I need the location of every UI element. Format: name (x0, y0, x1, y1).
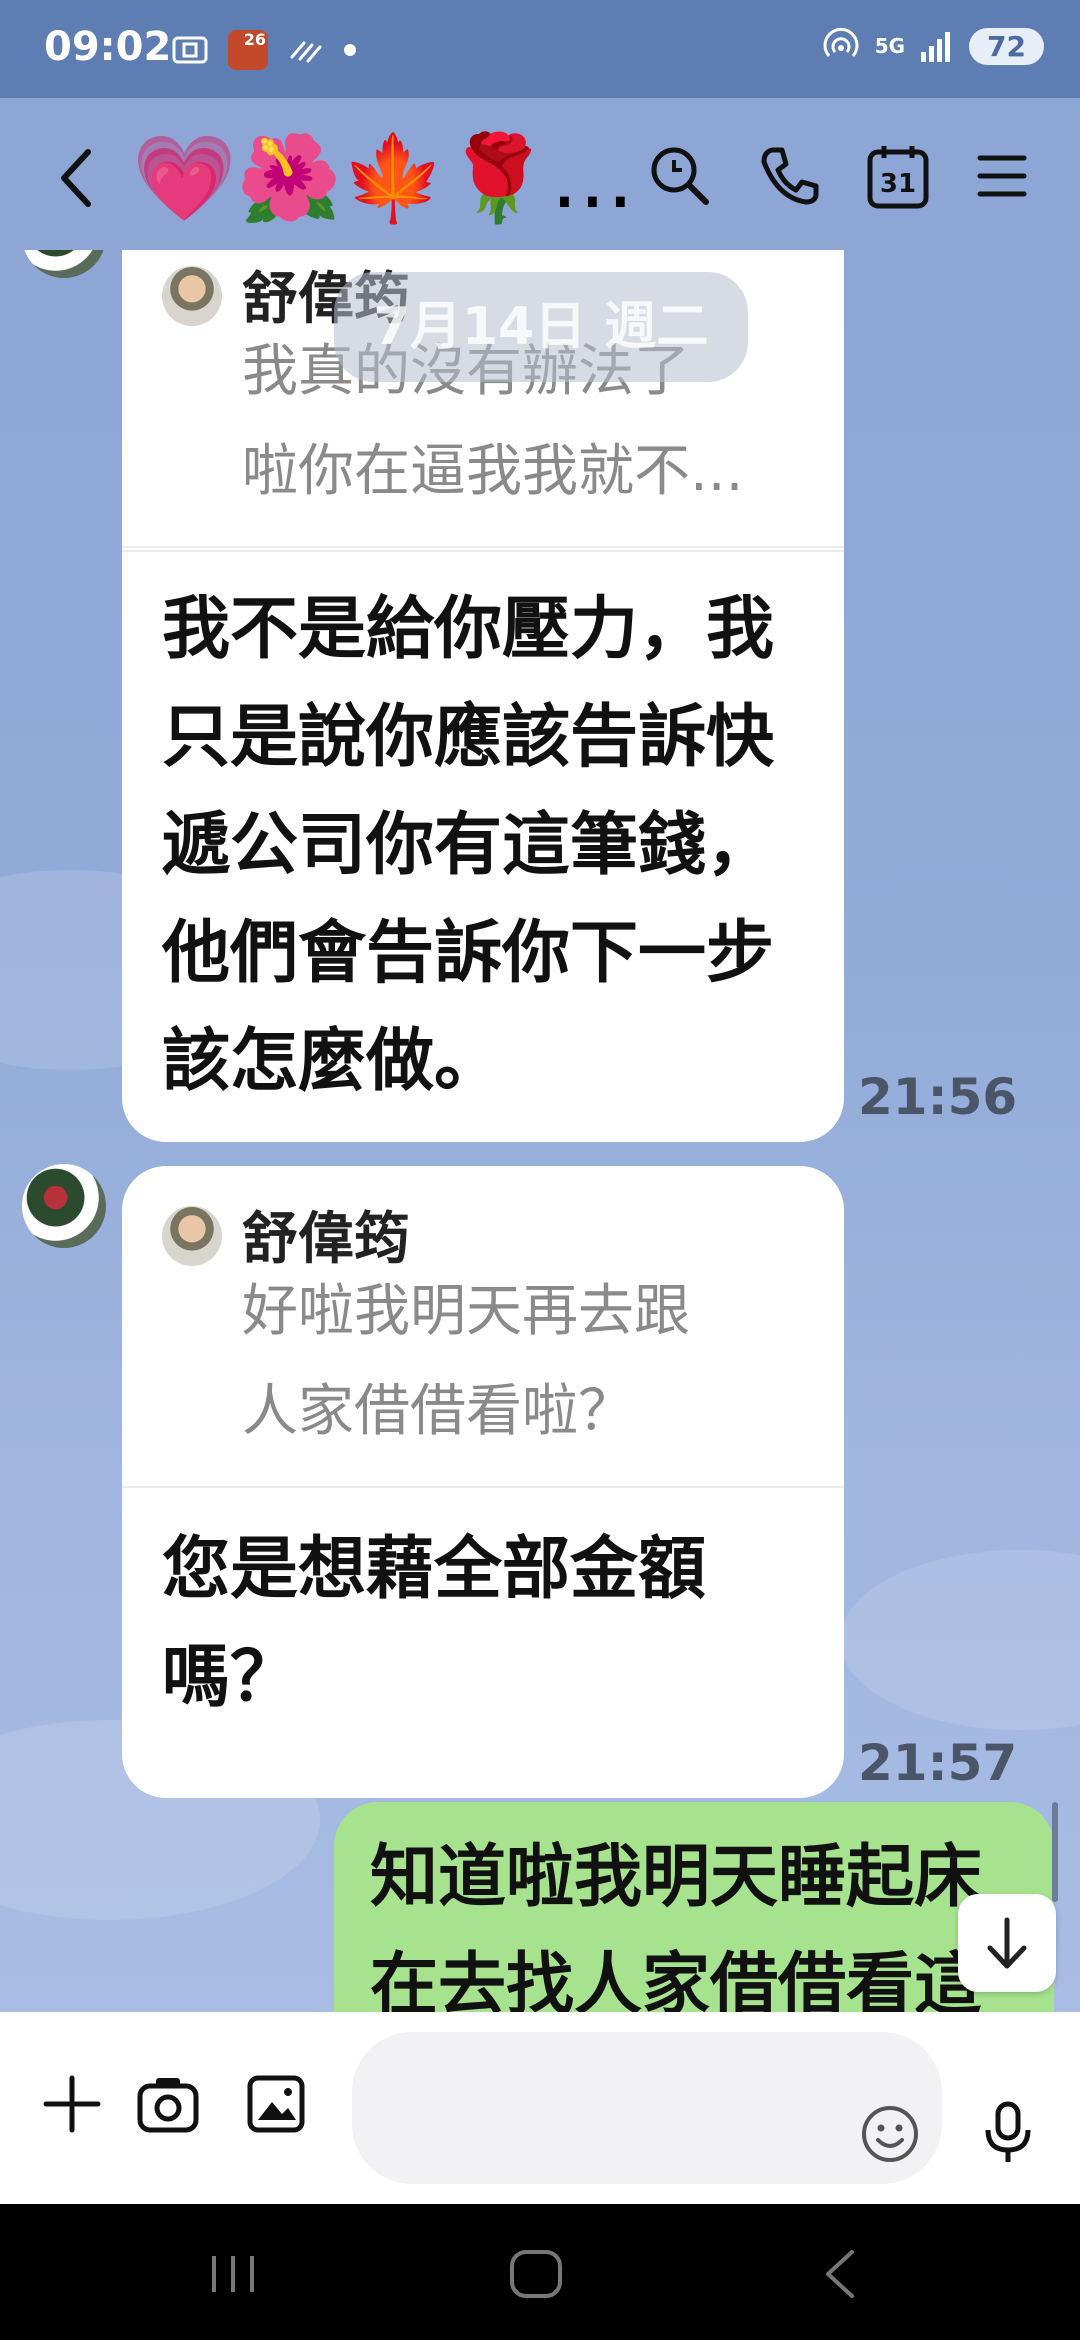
calendar-day: 31 (880, 169, 916, 199)
chat-header: 💗🌺🍁🌹… 31 (0, 98, 1080, 250)
message-text: 知道啦我明天睡起床 在去找人家借借看這 (370, 1824, 1050, 2012)
message-time: 21:56 (858, 1068, 1018, 1126)
message-text[interactable]: 您是想藉全部金額 嗎？ (162, 1516, 814, 1732)
message-2: 舒偉筠 好啦我明天再去跟 人家借借看啦？ 您是想藉全部金額 嗎？ (122, 1166, 844, 1798)
message-input-bar (0, 2012, 1080, 2204)
quote-avatar (162, 266, 222, 326)
contact-avatar[interactable] (22, 1164, 106, 1248)
home-icon[interactable] (508, 2248, 564, 2300)
battery-level: 72 (969, 27, 1044, 65)
scrollbar[interactable] (1052, 1802, 1058, 1902)
image-icon[interactable] (244, 2072, 308, 2136)
message-line: 知道啦我明天睡起床 (370, 1838, 983, 1917)
network-type: 5G (874, 34, 906, 58)
quote-divider (122, 546, 844, 548)
arrow-down-icon (987, 1917, 1027, 1969)
back-icon[interactable] (48, 138, 108, 218)
app-badge-count: 26 (243, 30, 266, 49)
wifi-off-icon (290, 41, 322, 63)
status-system-icons: 5G 72 (821, 26, 1044, 66)
message-line: 遞公司你有這筆錢， (162, 806, 775, 885)
phone-icon[interactable] (754, 140, 826, 212)
dot-icon (344, 44, 356, 56)
contact-avatar[interactable] (22, 250, 106, 278)
message-line: 只是說你應該告訴快 (162, 698, 775, 777)
nav-back-icon[interactable] (818, 2248, 862, 2300)
date-separator: 7月14日 週二 (334, 272, 748, 382)
quote-divider (122, 1486, 844, 1488)
menu-icon[interactable] (966, 140, 1038, 212)
status-bar: 09:02 26 5G 72 (0, 0, 1080, 98)
outgoing-message-bubble[interactable]: 知道啦我明天睡起床 在去找人家借借看這 (334, 1802, 1054, 2012)
plus-icon[interactable] (40, 2072, 104, 2136)
system-navigation-bar (0, 2204, 1080, 2340)
microphone-icon[interactable] (976, 2100, 1040, 2164)
screenshot-icon (172, 36, 208, 64)
quote-avatar (162, 1206, 222, 1266)
calendar-icon[interactable]: 31 (862, 140, 934, 212)
camera-icon[interactable] (136, 2072, 200, 2136)
status-time: 09:02 (44, 24, 172, 70)
message-line: 嗎？ (162, 1638, 299, 1717)
message-line: 在去找人家借借看這 (370, 1946, 983, 2012)
message-text[interactable]: 我不是給你壓力，我 只是說你應該告訴快 遞公司你有這筆錢， 他們會告訴你下一步 … (162, 576, 814, 1116)
signal-icon (921, 32, 951, 62)
chat-area[interactable]: 舒偉筠 我真的沒有辦法了 啦你在逼我我就不... 我不是給你壓力，我 只是說你應… (0, 250, 1080, 2012)
hotspot-icon (823, 27, 859, 57)
chat-title[interactable]: 💗🌺🍁🌹… (132, 128, 634, 228)
emoji-icon[interactable] (858, 2102, 922, 2166)
quote-line: 好啦我明天再去跟 (242, 1279, 690, 1344)
message-line: 他們會告訴你下一步 (162, 914, 775, 993)
status-notification-icons: 26 (170, 30, 356, 70)
message-line: 我不是給你壓力，我 (162, 590, 775, 669)
message-input[interactable] (352, 2032, 942, 2184)
quote-line: 啦你在逼我我就不... (242, 439, 744, 504)
message-time: 21:57 (858, 1734, 1018, 1792)
message-line: 該怎麼做。 (162, 1022, 503, 1101)
quote-line: 人家借借看啦？ (242, 1379, 634, 1444)
background-cloud (840, 1550, 1080, 1730)
recent-apps-icon[interactable] (206, 2252, 260, 2296)
scroll-to-bottom-button[interactable] (958, 1894, 1056, 1992)
message-1: 舒偉筠 我真的沒有辦法了 啦你在逼我我就不... 我不是給你壓力，我 只是說你應… (122, 250, 844, 1142)
search-icon[interactable] (644, 140, 716, 212)
app-badge-icon: 26 (228, 30, 268, 70)
message-line: 您是想藉全部金額 (162, 1530, 707, 1609)
